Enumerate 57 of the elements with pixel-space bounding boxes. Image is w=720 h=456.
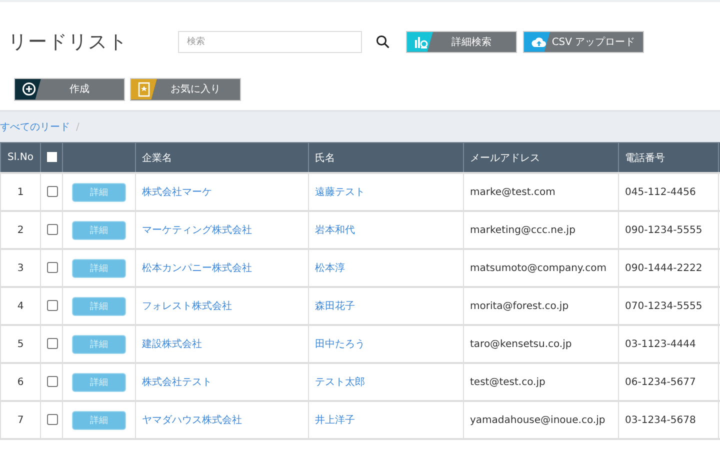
- breadcrumb-separator: /: [76, 122, 80, 132]
- email-cell: marke@test.com: [464, 173, 618, 211]
- filter-button[interactable]: 詳細検索: [406, 30, 517, 53]
- name-link[interactable]: 岩本和代: [308, 211, 464, 249]
- name-link[interactable]: 田中たろう: [308, 325, 464, 363]
- row-number: 2: [0, 211, 40, 249]
- company-link[interactable]: マーケティング株式会社: [136, 211, 308, 249]
- column-header: Sl.No: [0, 142, 40, 173]
- email-cell: marketing@ccc.ne.jp: [464, 211, 618, 249]
- email-cell: taro@kensetsu.co.jp: [464, 325, 618, 363]
- row-checkbox[interactable]: [47, 224, 58, 236]
- company-link[interactable]: 株式会社マーケ: [136, 173, 308, 211]
- search-field[interactable]: 検索: [178, 30, 362, 53]
- name-link[interactable]: 井上洋子: [308, 401, 464, 439]
- phone-cell: 045-112-4456: [618, 173, 718, 211]
- email-cell: morita@forest.co.jp: [464, 287, 618, 325]
- page-title: リードリスト: [8, 30, 129, 55]
- select-all-checkbox[interactable]: [47, 152, 57, 162]
- row-checkbox[interactable]: [47, 376, 58, 388]
- row-number: 5: [0, 325, 40, 363]
- favorite-button[interactable]: お気に入り: [130, 78, 241, 100]
- column-header: 企業名: [136, 142, 308, 173]
- name-link[interactable]: 森田花子: [308, 287, 464, 325]
- phone-cell: 090-1234-5555: [618, 211, 718, 249]
- row-number: 1: [0, 173, 40, 211]
- phone-cell: 03-1234-5678: [618, 401, 718, 439]
- name-link[interactable]: 松本淳: [308, 249, 464, 287]
- row-number: 6: [0, 363, 40, 401]
- phone-cell: 06-1234-5677: [618, 363, 718, 401]
- row-checkbox[interactable]: [47, 300, 58, 312]
- upload-button[interactable]: CSV アップロード: [523, 30, 644, 53]
- create-button[interactable]: 作成: [14, 78, 125, 100]
- row-checkbox[interactable]: [47, 262, 58, 274]
- name-link[interactable]: テスト太郎: [308, 363, 464, 401]
- company-link[interactable]: ヤマダハウス株式会社: [136, 401, 308, 439]
- row-number: 4: [0, 287, 40, 325]
- email-cell: test@test.co.jp: [464, 363, 618, 401]
- company-link[interactable]: 建設株式会社: [136, 325, 308, 363]
- column-header: 氏名: [308, 142, 464, 173]
- row-checkbox[interactable]: [47, 186, 58, 198]
- company-link[interactable]: フォレスト株式会社: [136, 287, 308, 325]
- phone-cell: 090-1444-2222: [618, 249, 718, 287]
- column-header: メールアドレス: [464, 142, 618, 173]
- email-cell: yamadahouse@inoue.co.jp: [464, 401, 618, 439]
- company-link[interactable]: 株式会社テスト: [136, 363, 308, 401]
- row-checkbox[interactable]: [47, 338, 58, 350]
- email-cell: matsumoto@company.com: [464, 249, 618, 287]
- column-header: 電話番号: [618, 142, 718, 173]
- phone-cell: 070-1234-5555: [618, 287, 718, 325]
- row-number: 7: [0, 401, 40, 439]
- company-link[interactable]: 松本カンパニー株式会社: [136, 249, 308, 287]
- phone-cell: 03-1123-4444: [618, 325, 718, 363]
- name-link[interactable]: 遠藤テスト: [308, 173, 464, 211]
- row-number: 3: [0, 249, 40, 287]
- search-icon[interactable]: [376, 34, 390, 49]
- breadcrumb-link[interactable]: すべてのリード: [0, 120, 70, 134]
- row-checkbox[interactable]: [47, 414, 58, 426]
